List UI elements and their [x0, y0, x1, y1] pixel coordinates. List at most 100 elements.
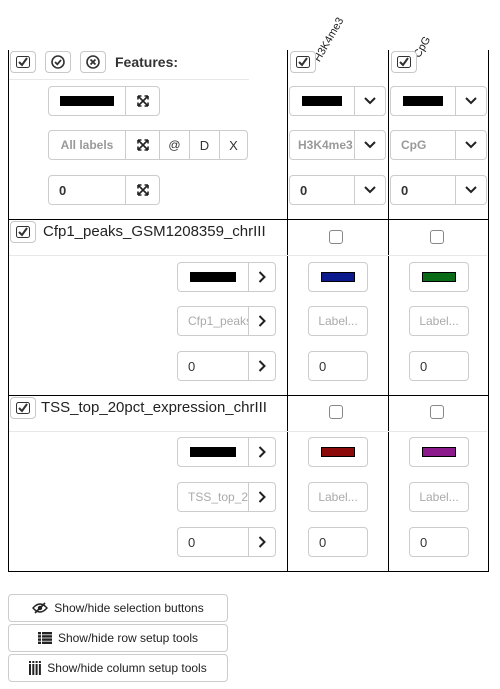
cell-offset-input[interactable]: 0	[308, 351, 368, 381]
toggle-column-setup-label: Show/hide column setup tools	[47, 661, 207, 675]
grid-line	[287, 50, 288, 572]
features-color-swatch[interactable]	[48, 86, 126, 116]
grid-line	[8, 571, 489, 572]
column-header-h3k4me3: H3K4me3	[311, 15, 347, 64]
column-label-dropdown-h3k4me3[interactable]	[354, 130, 386, 160]
cell-label-input[interactable]: Label...	[409, 482, 469, 512]
color-swatch	[422, 447, 456, 457]
color-swatch	[190, 447, 236, 457]
chevron-down-icon	[364, 97, 376, 105]
chevron-down-icon	[465, 141, 477, 149]
label-d-button[interactable]: D	[189, 130, 220, 160]
select-all-checkbox[interactable]	[10, 51, 36, 73]
features-color-apply-button[interactable]	[125, 86, 160, 116]
cell-color-swatch[interactable]	[308, 262, 368, 292]
cell-checkbox[interactable]	[329, 230, 343, 244]
row-label-input[interactable]: Cfp1_peaks_GSM1208359_chrIII	[177, 306, 249, 336]
color-swatch	[190, 272, 236, 282]
grid-line	[8, 219, 489, 220]
column-offset-input-cpg[interactable]: 0	[390, 175, 456, 205]
cell-offset-input[interactable]: 0	[308, 527, 368, 557]
column-offset-input-h3k4me3[interactable]: 0	[289, 175, 355, 205]
column-checkbox-cpg[interactable]	[391, 51, 417, 73]
cell-color-swatch[interactable]	[409, 262, 469, 292]
cell-color-swatch[interactable]	[409, 437, 469, 467]
cell-label-input[interactable]: Label...	[409, 306, 469, 336]
label-at-button[interactable]: @	[159, 130, 190, 160]
cell-color-swatch[interactable]	[308, 437, 368, 467]
row-color-apply-button[interactable]	[248, 262, 276, 292]
cell-label-input[interactable]: Label...	[308, 482, 368, 512]
all-labels-input[interactable]: All labels	[48, 130, 126, 160]
color-swatch	[403, 96, 443, 106]
features-label: Features:	[115, 54, 179, 70]
column-color-dropdown-h3k4me3[interactable]	[354, 86, 386, 116]
separator	[9, 255, 487, 256]
cell-checkbox[interactable]	[329, 405, 343, 419]
columns-icon	[29, 661, 42, 675]
cell-offset-input[interactable]: 0	[409, 527, 469, 557]
chevron-right-icon	[258, 491, 266, 503]
row-offset-apply-button[interactable]	[248, 351, 276, 381]
row-name: Cfp1_peaks_GSM1208359_chrIII	[43, 223, 266, 240]
row-label-apply-button[interactable]	[248, 306, 276, 336]
color-swatch	[302, 96, 342, 106]
row-checkbox[interactable]	[10, 397, 36, 419]
toggle-row-setup-tools[interactable]: Show/hide row setup tools	[8, 624, 228, 652]
row-offset-input[interactable]: 0	[177, 527, 249, 557]
row-label-input[interactable]: TSS_top_20pct_expression_chrIII	[177, 482, 249, 512]
separator	[9, 79, 249, 80]
grid-line	[8, 50, 9, 572]
column-label-input-h3k4me3[interactable]: H3K4me3	[289, 130, 355, 160]
row-offset-apply-button[interactable]	[248, 527, 276, 557]
toggle-row-setup-label: Show/hide row setup tools	[57, 631, 199, 645]
row-color-swatch[interactable]	[177, 262, 249, 292]
grid-line	[388, 50, 389, 572]
chevron-right-icon	[258, 536, 266, 548]
row-label-apply-button[interactable]	[248, 482, 276, 512]
column-offset-dropdown-h3k4me3[interactable]	[354, 175, 386, 205]
check-icon	[16, 56, 30, 68]
expand-arrows-icon	[136, 139, 149, 151]
labels-apply-button[interactable]	[125, 130, 160, 160]
check-circle-button[interactable]	[45, 51, 71, 73]
column-label-dropdown-cpg[interactable]	[455, 130, 487, 160]
row-color-swatch[interactable]	[177, 437, 249, 467]
row-color-apply-button[interactable]	[248, 437, 276, 467]
cell-offset-input[interactable]: 0	[409, 351, 469, 381]
column-checkbox-h3k4me3[interactable]	[290, 51, 316, 73]
chevron-right-icon	[258, 315, 266, 327]
check-circle-icon	[51, 55, 65, 69]
check-icon	[397, 56, 411, 68]
color-swatch	[321, 447, 355, 457]
expand-arrows-icon	[136, 184, 149, 196]
cell-checkbox[interactable]	[430, 230, 444, 244]
color-swatch	[422, 272, 456, 282]
row-offset-input[interactable]: 0	[177, 351, 249, 381]
column-label-input-cpg[interactable]: CpG	[390, 130, 456, 160]
remove-circle-button[interactable]	[80, 51, 106, 73]
label-x-button[interactable]: X	[219, 130, 248, 160]
offset-apply-button[interactable]	[125, 175, 160, 205]
cell-label-input[interactable]: Label...	[308, 306, 368, 336]
check-icon	[16, 226, 30, 238]
chevron-right-icon	[258, 446, 266, 458]
column-color-cpg[interactable]	[390, 86, 456, 116]
color-swatch	[60, 96, 114, 106]
column-offset-dropdown-cpg[interactable]	[455, 175, 487, 205]
toggle-selection-buttons[interactable]: Show/hide selection buttons	[8, 594, 228, 622]
row-checkbox[interactable]	[10, 221, 36, 243]
column-color-dropdown-cpg[interactable]	[455, 86, 487, 116]
features-offset-input[interactable]: 0	[48, 175, 126, 205]
cell-checkbox[interactable]	[430, 405, 444, 419]
column-color-h3k4me3[interactable]	[289, 86, 355, 116]
chevron-down-icon	[465, 97, 477, 105]
chevron-down-icon	[364, 141, 376, 149]
chevron-down-icon	[364, 186, 376, 194]
row-name: TSS_top_20pct_expression_chrIII	[41, 399, 267, 416]
remove-circle-icon	[86, 55, 100, 69]
grid-line	[8, 395, 489, 396]
toggle-column-setup-tools[interactable]: Show/hide column setup tools	[8, 654, 228, 682]
expand-arrows-icon	[136, 95, 149, 107]
grid-line	[488, 50, 489, 572]
